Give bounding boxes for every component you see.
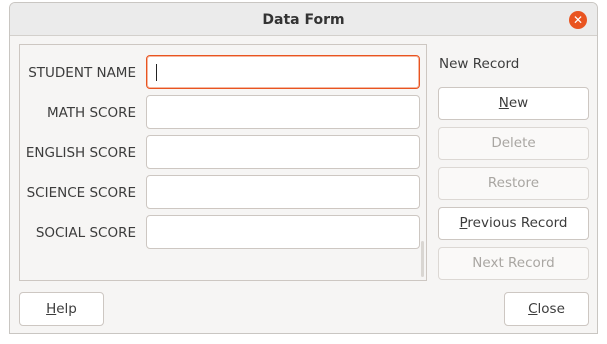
text-caret bbox=[156, 64, 157, 81]
previous-record-button[interactable]: Previous Record bbox=[438, 207, 589, 240]
form-scrollbar[interactable] bbox=[421, 241, 424, 277]
english-score-input[interactable] bbox=[146, 135, 420, 169]
new-mnemonic: N bbox=[498, 95, 509, 111]
delete-button[interactable]: Delete bbox=[438, 127, 589, 160]
field-label-english-score: ENGLISH SCORE bbox=[25, 145, 136, 161]
close-window-icon[interactable]: ✕ bbox=[569, 11, 587, 29]
field-label-math-score: MATH SCORE bbox=[46, 105, 136, 121]
new-label: ew bbox=[508, 95, 529, 111]
title-bar: Data Form ✕ bbox=[10, 3, 597, 36]
close-button[interactable]: Close bbox=[504, 292, 589, 326]
next-record-button[interactable]: Next Record bbox=[438, 247, 589, 280]
dialog-title: Data Form bbox=[262, 12, 345, 28]
field-label-science-score: SCIENCE SCORE bbox=[26, 185, 136, 201]
social-score-input[interactable] bbox=[146, 215, 420, 249]
record-status-label: New Record bbox=[439, 56, 520, 72]
student-name-input[interactable] bbox=[146, 55, 420, 89]
close-mnemonic: C bbox=[528, 301, 538, 317]
close-label: lose bbox=[537, 301, 565, 317]
form-fields-panel: STUDENT NAME MATH SCORE ENGLISH SCORE SC… bbox=[19, 44, 427, 281]
new-button[interactable]: New bbox=[438, 87, 589, 120]
data-form-dialog: Data Form ✕ STUDENT NAME MATH SCORE ENGL… bbox=[9, 2, 598, 334]
restore-button[interactable]: Restore bbox=[438, 167, 589, 200]
previous-label: revious Record bbox=[467, 215, 568, 231]
help-label: elp bbox=[56, 301, 77, 317]
help-mnemonic: H bbox=[46, 301, 57, 317]
science-score-input[interactable] bbox=[146, 175, 420, 209]
help-button[interactable]: Help bbox=[19, 292, 104, 326]
field-label-student-name: STUDENT NAME bbox=[28, 65, 136, 81]
field-label-social-score: SOCIAL SCORE bbox=[35, 225, 136, 241]
math-score-input[interactable] bbox=[146, 95, 420, 129]
